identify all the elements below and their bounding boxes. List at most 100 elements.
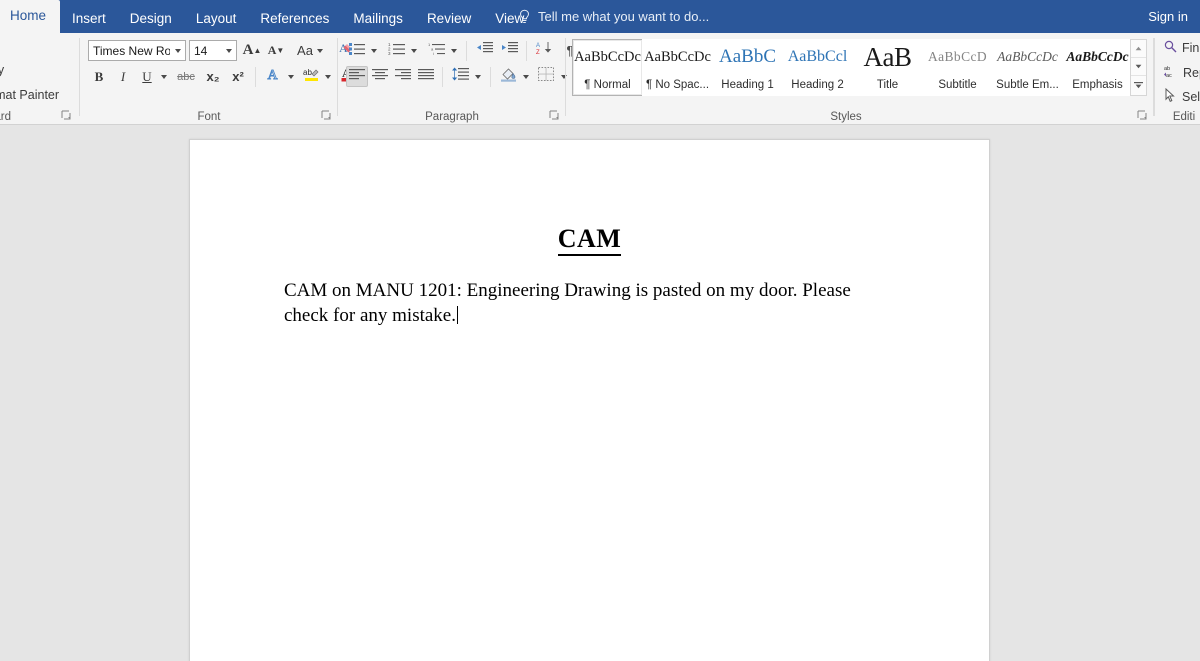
- text-effects-button[interactable]: A: [262, 66, 286, 87]
- font-size-combo[interactable]: 14: [189, 40, 237, 61]
- font-size-value: 14: [194, 43, 208, 58]
- ribbon-group-paragraph: 1 2 3 1 a i A Z ¶ Paragraph: [338, 33, 573, 124]
- bold-button[interactable]: B: [88, 66, 110, 87]
- multilevel-list-icon: 1 a i: [428, 41, 445, 60]
- align-right-icon: [395, 68, 411, 86]
- align-center-button[interactable]: [369, 66, 391, 87]
- style-item-normal[interactable]: AaBbCcDc ¶ Normal: [572, 39, 643, 96]
- style-preview: AaBbCcDc: [1066, 49, 1129, 64]
- svg-text:ab: ab: [1164, 66, 1170, 72]
- shading-dropdown-icon[interactable]: [520, 66, 532, 87]
- style-item-subtitle[interactable]: AaBbCcD Subtitle: [922, 39, 993, 96]
- strikethrough-button[interactable]: abc: [173, 66, 199, 87]
- document-page[interactable]: CAM CAM on MANU 1201: Engineering Drawin…: [189, 139, 990, 661]
- decrease-indent-button[interactable]: [472, 40, 496, 61]
- sign-in-button[interactable]: Sign in: [1148, 0, 1188, 33]
- justify-icon: [418, 68, 434, 86]
- paragraph-dialog-launcher-icon[interactable]: [549, 110, 560, 121]
- style-item-heading-2[interactable]: AaBbCcl Heading 2: [782, 39, 853, 96]
- ribbon-tab-review[interactable]: Review: [415, 5, 483, 33]
- styles-more-button[interactable]: [1131, 76, 1146, 94]
- editing-group-label: Editi: [1172, 111, 1196, 123]
- text-cursor: [456, 306, 459, 324]
- tell-me-label: Tell me what you want to do...: [538, 9, 710, 24]
- line-spacing-icon: [451, 67, 469, 86]
- subscript-button[interactable]: x₂: [201, 66, 225, 87]
- ribbon-tab-design[interactable]: Design: [118, 5, 184, 33]
- ribbon-body: ut opy ormat Painter oard Times New Ro 1…: [0, 33, 1200, 125]
- shrink-font-button[interactable]: A ▼: [265, 40, 287, 61]
- word-window: Home Insert Design Layout References Mailings…: [0, 0, 1200, 661]
- style-item-no-spac[interactable]: AaBbCcDc ¶ No Spac...: [642, 39, 713, 96]
- italic-button[interactable]: I: [112, 66, 134, 87]
- sort-button[interactable]: A Z: [532, 40, 556, 61]
- para-inner-divider-3: [442, 67, 443, 87]
- svg-text:A: A: [268, 68, 279, 82]
- increase-indent-button[interactable]: [497, 40, 521, 61]
- ribbon-tab-insert[interactable]: Insert: [60, 5, 118, 33]
- style-name: Emphasis: [1072, 78, 1123, 91]
- svg-text:3: 3: [388, 51, 391, 55]
- borders-button[interactable]: [534, 66, 558, 87]
- style-item-subtle-em[interactable]: AaBbCcDc Subtle Em...: [992, 39, 1063, 96]
- document-canvas[interactable]: CAM CAM on MANU 1201: Engineering Drawin…: [0, 125, 1200, 661]
- styles-dialog-launcher-icon[interactable]: [1137, 110, 1148, 121]
- find-button[interactable]: Fin: [1164, 40, 1199, 56]
- underline-button[interactable]: U: [136, 66, 158, 87]
- ribbon-tab-layout[interactable]: Layout: [184, 5, 249, 33]
- font-name-dropdown-icon[interactable]: [170, 41, 185, 60]
- group-divider: [1154, 38, 1155, 116]
- ribbon-tab-references[interactable]: References: [248, 5, 341, 33]
- shading-icon: [500, 67, 517, 87]
- font-name-value: Times New Ro: [93, 43, 170, 58]
- line-spacing-dropdown-icon[interactable]: [472, 66, 484, 87]
- shading-button[interactable]: [496, 66, 520, 87]
- font-name-combo[interactable]: Times New Ro: [88, 40, 186, 61]
- text-effects-dropdown-icon[interactable]: [285, 66, 297, 87]
- style-item-heading-1[interactable]: AaBbC Heading 1: [712, 39, 783, 96]
- style-preview: AaBbC: [719, 46, 776, 67]
- bullets-dropdown-icon[interactable]: [368, 40, 380, 61]
- replace-button[interactable]: ab ac Rep: [1164, 64, 1200, 81]
- font-inner-divider: [255, 67, 256, 87]
- ribbon-group-font: Times New Ro 14 A ▲ A ▼ Aa A B I U abc x…: [80, 33, 368, 124]
- style-item-title[interactable]: AaB Title: [852, 39, 923, 96]
- justify-button[interactable]: [415, 66, 437, 87]
- styles-scroll-up-button[interactable]: [1131, 40, 1146, 58]
- style-name: ¶ Normal: [584, 78, 631, 91]
- grow-font-button[interactable]: A ▲: [241, 40, 263, 61]
- numbering-dropdown-icon[interactable]: [408, 40, 420, 61]
- text-highlight-icon: ab: [303, 66, 320, 87]
- align-left-button[interactable]: [346, 66, 368, 87]
- line-spacing-button[interactable]: [448, 66, 472, 87]
- numbering-button[interactable]: 1 2 3: [384, 40, 408, 61]
- multilevel-list-button[interactable]: 1 a i: [424, 40, 448, 61]
- ribbon-tab-home[interactable]: Home: [0, 0, 61, 33]
- format-painter-button[interactable]: ormat Painter: [0, 88, 59, 102]
- clipboard-dialog-launcher-icon[interactable]: [61, 110, 72, 121]
- lightbulb-icon: [518, 9, 531, 25]
- multilevel-list-dropdown-icon[interactable]: [448, 40, 460, 61]
- font-dialog-launcher-icon[interactable]: [321, 110, 332, 121]
- font-size-dropdown-icon[interactable]: [221, 41, 236, 60]
- align-right-button[interactable]: [392, 66, 414, 87]
- text-highlight-button[interactable]: ab: [299, 66, 323, 87]
- style-name: Heading 2: [791, 78, 844, 91]
- para-inner-divider: [466, 41, 467, 61]
- para-inner-divider-2: [526, 41, 527, 61]
- copy-button[interactable]: opy: [0, 63, 4, 77]
- change-case-button[interactable]: Aa: [292, 40, 328, 61]
- superscript-button[interactable]: x²: [226, 66, 250, 87]
- ribbon-tab-mailings[interactable]: Mailings: [341, 5, 415, 33]
- style-item-emphasis[interactable]: AaBbCcDc Emphasis: [1062, 39, 1133, 96]
- svg-text:A: A: [536, 43, 540, 49]
- select-button[interactable]: Sel: [1164, 87, 1200, 105]
- text-highlight-dropdown-icon[interactable]: [322, 66, 334, 87]
- document-body-paragraph[interactable]: CAM on MANU 1201: Engineering Drawing is…: [284, 278, 890, 328]
- bullets-button[interactable]: [346, 40, 368, 61]
- styles-scroll-down-button[interactable]: [1131, 58, 1146, 76]
- tell-me-search[interactable]: Tell me what you want to do...: [518, 0, 709, 33]
- font-group-label: Font: [197, 111, 221, 123]
- underline-dropdown-icon[interactable]: [158, 66, 170, 87]
- svg-text:i: i: [433, 51, 434, 55]
